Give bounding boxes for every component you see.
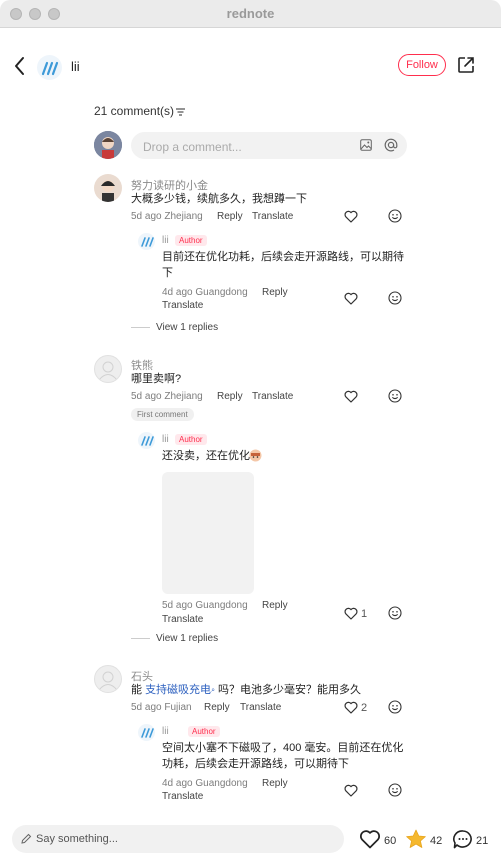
reply-button[interactable]: Reply bbox=[262, 778, 288, 789]
window-title: rednote bbox=[226, 6, 275, 21]
view-replies-button[interactable]: View 1 replies bbox=[156, 633, 218, 644]
commenter-avatar[interactable] bbox=[94, 355, 122, 383]
divider bbox=[131, 638, 150, 639]
comment-count: 21 comment(s) bbox=[94, 104, 175, 118]
comment-text-pre: 能 bbox=[131, 684, 146, 696]
heart-icon[interactable] bbox=[344, 390, 358, 403]
say-something-input[interactable]: Say something... bbox=[12, 825, 344, 853]
first-comment-badge: First comment bbox=[131, 408, 194, 421]
comment-meta: 5d ago Fujian bbox=[131, 702, 192, 713]
author-avatar[interactable] bbox=[37, 55, 62, 80]
reply-author-name[interactable]: lii bbox=[162, 726, 169, 737]
star-icon[interactable] bbox=[405, 829, 427, 849]
heart-icon[interactable] bbox=[344, 292, 358, 305]
reply-text-cont: 功耗，后续会走开源路线，可以期待下 bbox=[162, 758, 349, 770]
translate-button[interactable]: Translate bbox=[240, 702, 281, 713]
comment-meta: 5d ago Zhejiang bbox=[131, 391, 203, 402]
like-count: 1 bbox=[361, 608, 368, 620]
comment-text-post: 吗？电池多少毫安？能用多久 bbox=[214, 684, 362, 696]
translate-button[interactable]: Translate bbox=[162, 300, 203, 311]
commenter-avatar[interactable] bbox=[94, 174, 122, 202]
comment-text: 能 支持磁吸充电⌕ 吗？电池多少毫安？能用多久 bbox=[131, 682, 361, 699]
reply-button[interactable]: Reply bbox=[204, 702, 230, 713]
heart-icon[interactable] bbox=[344, 607, 358, 620]
author-badge: Author bbox=[175, 434, 207, 445]
reply-author-avatar[interactable] bbox=[138, 233, 155, 250]
comment-meta: 5d ago Zhejiang bbox=[131, 211, 203, 222]
reply-text: 还没卖，还在优化 bbox=[162, 450, 250, 462]
comment-text: 大概多少钱，续航多久，我想蹲一下 bbox=[131, 193, 307, 205]
stars-count: 42 bbox=[430, 835, 443, 847]
share-icon[interactable] bbox=[457, 56, 475, 74]
face-icon[interactable] bbox=[388, 783, 402, 797]
view-replies-button[interactable]: View 1 replies bbox=[156, 322, 218, 333]
divider bbox=[131, 327, 150, 328]
reply-text-cont: 下 bbox=[162, 267, 173, 279]
title-bar: rednote bbox=[0, 0, 501, 28]
topic-link[interactable]: 支持磁吸充电 bbox=[145, 684, 211, 696]
comments-count: 21 bbox=[476, 835, 489, 847]
author-name[interactable]: lii bbox=[71, 59, 80, 74]
reply-author-name[interactable]: lii bbox=[162, 235, 169, 246]
author-badge: Author bbox=[188, 726, 220, 737]
my-avatar bbox=[94, 131, 122, 159]
pencil-icon bbox=[21, 833, 32, 844]
face-icon[interactable] bbox=[388, 389, 402, 403]
comment-text: 哪里卖啊? bbox=[131, 373, 182, 385]
face-icon[interactable] bbox=[388, 209, 402, 223]
reply-text: 空间太小塞不下磁吸了，400 毫安。目前还在优化 bbox=[162, 742, 404, 754]
face-icon[interactable] bbox=[388, 606, 402, 620]
comment-icon[interactable] bbox=[452, 829, 474, 849]
note-header: lii Follow bbox=[0, 50, 501, 84]
sort-icon[interactable] bbox=[176, 108, 185, 116]
at-icon[interactable] bbox=[384, 138, 398, 152]
heart-icon[interactable] bbox=[344, 210, 358, 223]
reply-button[interactable]: Reply bbox=[262, 287, 288, 298]
author-badge: Author bbox=[175, 235, 207, 246]
likes-count: 60 bbox=[384, 835, 397, 847]
translate-button[interactable]: Translate bbox=[162, 614, 203, 625]
reply-image[interactable] bbox=[162, 472, 254, 594]
like-count: 2 bbox=[361, 702, 368, 714]
reply-meta: 4d ago Guangdong bbox=[162, 778, 248, 789]
commenter-avatar[interactable] bbox=[94, 665, 122, 693]
reply-button[interactable]: Reply bbox=[262, 600, 288, 611]
follow-button[interactable]: Follow bbox=[398, 54, 446, 76]
heart-icon[interactable] bbox=[344, 784, 358, 797]
app-window: rednote lii Follow 21 comment(s) Drop a … bbox=[0, 0, 501, 859]
heart-icon[interactable] bbox=[344, 701, 358, 714]
reply-author-avatar[interactable] bbox=[138, 724, 155, 741]
translate-button[interactable]: Translate bbox=[252, 391, 293, 402]
reply-text: 目前还在优化功耗，后续会走开源路线，可以期待 bbox=[162, 251, 404, 263]
reply-button[interactable]: Reply bbox=[217, 211, 243, 222]
translate-button[interactable]: Translate bbox=[252, 211, 293, 222]
emoji-icon bbox=[249, 449, 262, 462]
face-icon[interactable] bbox=[388, 700, 402, 714]
translate-button[interactable]: Translate bbox=[162, 791, 203, 802]
image-icon[interactable] bbox=[360, 139, 372, 151]
reply-author-avatar[interactable] bbox=[138, 432, 155, 449]
reply-author-name[interactable]: lii bbox=[162, 434, 169, 445]
face-icon[interactable] bbox=[388, 291, 402, 305]
reply-meta: 4d ago Guangdong bbox=[162, 287, 248, 298]
reply-meta: 5d ago Guangdong bbox=[162, 600, 248, 611]
heart-icon[interactable] bbox=[359, 829, 381, 849]
back-icon[interactable] bbox=[12, 54, 28, 78]
reply-button[interactable]: Reply bbox=[217, 391, 243, 402]
